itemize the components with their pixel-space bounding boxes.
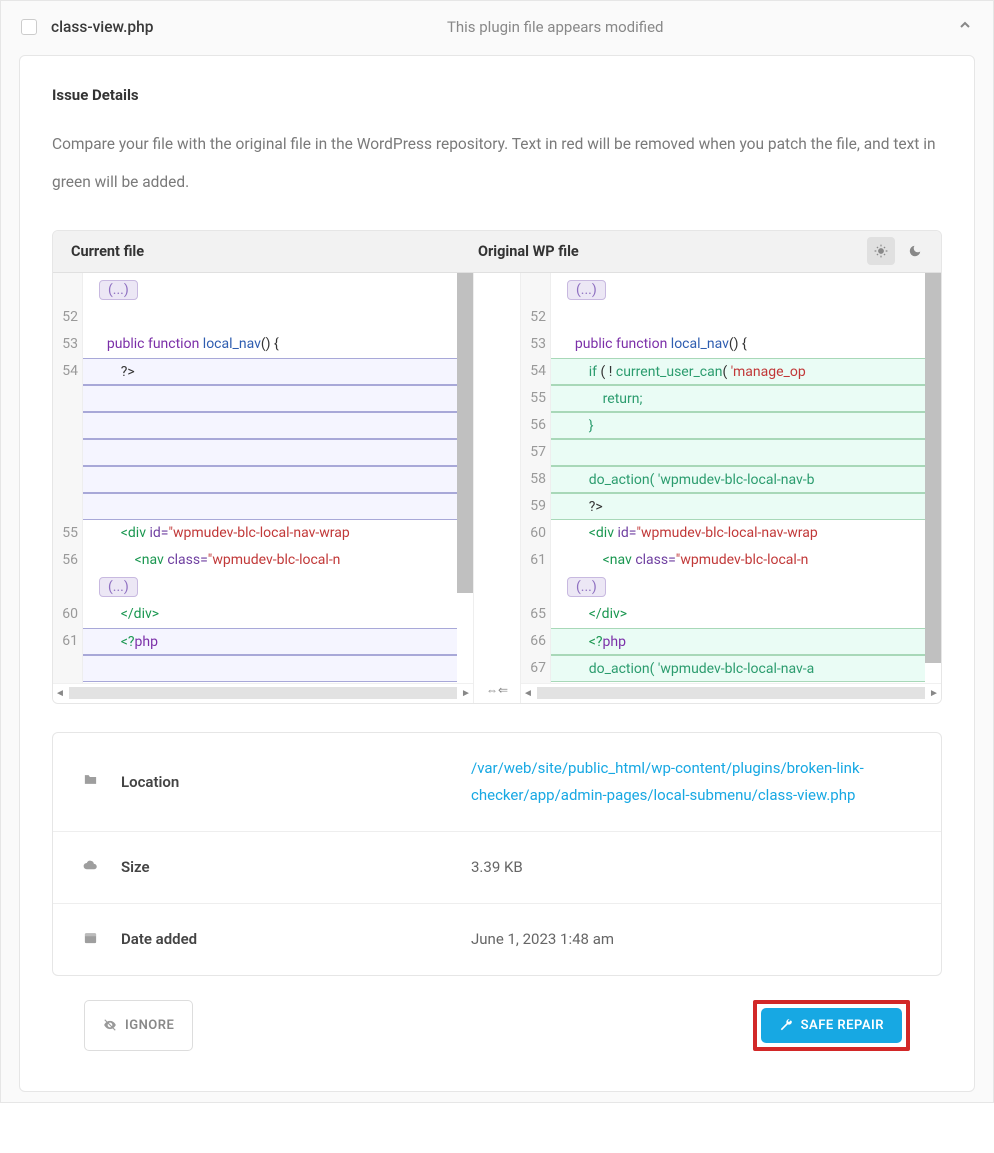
meta-location-label: Location <box>111 773 471 791</box>
fold-marker[interactable]: (...) <box>99 577 138 597</box>
meta-date-label: Date added <box>111 930 471 948</box>
light-theme-button[interactable] <box>867 237 895 265</box>
diff-left-pane: 52 53 54 55 56 60 61 62 <box>53 273 473 703</box>
meta-location-value[interactable]: /var/web/site/public_html/wp-content/plu… <box>471 755 911 809</box>
diff-right-title: Original WP file <box>460 231 867 272</box>
line-gutter: 52 53 54 55 56 60 61 62 <box>53 273 83 683</box>
issue-details-heading: Issue Details <box>52 86 942 104</box>
file-name: class-view.php <box>51 18 153 36</box>
meta-size-value: 3.39 KB <box>471 854 911 881</box>
accordion-header[interactable]: class-view.php This plugin file appears … <box>1 1 993 55</box>
file-status-text: This plugin file appears modified <box>167 18 943 36</box>
meta-date-value: June 1, 2023 1:48 am <box>471 926 911 953</box>
safe-repair-button[interactable]: SAFE REPAIR <box>761 1008 902 1043</box>
calendar-icon <box>83 930 111 949</box>
horizontal-scrollbar[interactable]: ◄► <box>521 683 941 703</box>
cloud-icon <box>83 858 111 877</box>
vertical-scrollbar[interactable] <box>925 273 941 683</box>
folder-icon <box>83 772 111 791</box>
fold-marker[interactable]: (...) <box>99 280 138 300</box>
ignore-button[interactable]: IGNORE <box>84 1000 193 1051</box>
issue-description: Compare your file with the original file… <box>52 126 942 202</box>
line-gutter: 52 53 54 55 56 57 58 59 60 61 65 <box>521 273 551 683</box>
fold-marker[interactable]: (...) <box>567 577 606 597</box>
vertical-scrollbar[interactable] <box>457 273 473 683</box>
diff-left-title: Current file <box>53 231 460 272</box>
diff-connector: ⇔⇐ <box>473 273 521 703</box>
fold-marker[interactable]: (...) <box>567 280 606 300</box>
eye-off-icon <box>103 1018 117 1032</box>
issue-details-card: Issue Details Compare your file with the… <box>19 55 975 1092</box>
diff-viewer: Current file Original WP file 52 53 54 <box>52 230 942 704</box>
dark-theme-button[interactable] <box>901 237 929 265</box>
meta-size-label: Size <box>111 858 471 876</box>
code-right[interactable]: (...) public function local_nav() { if (… <box>551 273 925 683</box>
sync-scroll-icon[interactable]: ⇔⇐ <box>474 683 520 703</box>
file-meta-table: Location /var/web/site/public_html/wp-co… <box>52 732 942 976</box>
code-left[interactable]: (...) public function local_nav() { ?> <… <box>83 273 457 683</box>
diff-right-pane: 52 53 54 55 56 57 58 59 60 61 65 <box>521 273 941 703</box>
wrench-icon <box>779 1018 793 1032</box>
horizontal-scrollbar[interactable]: ◄► <box>53 683 473 703</box>
chevron-up-icon[interactable] <box>957 17 973 37</box>
select-file-checkbox[interactable] <box>21 19 37 35</box>
